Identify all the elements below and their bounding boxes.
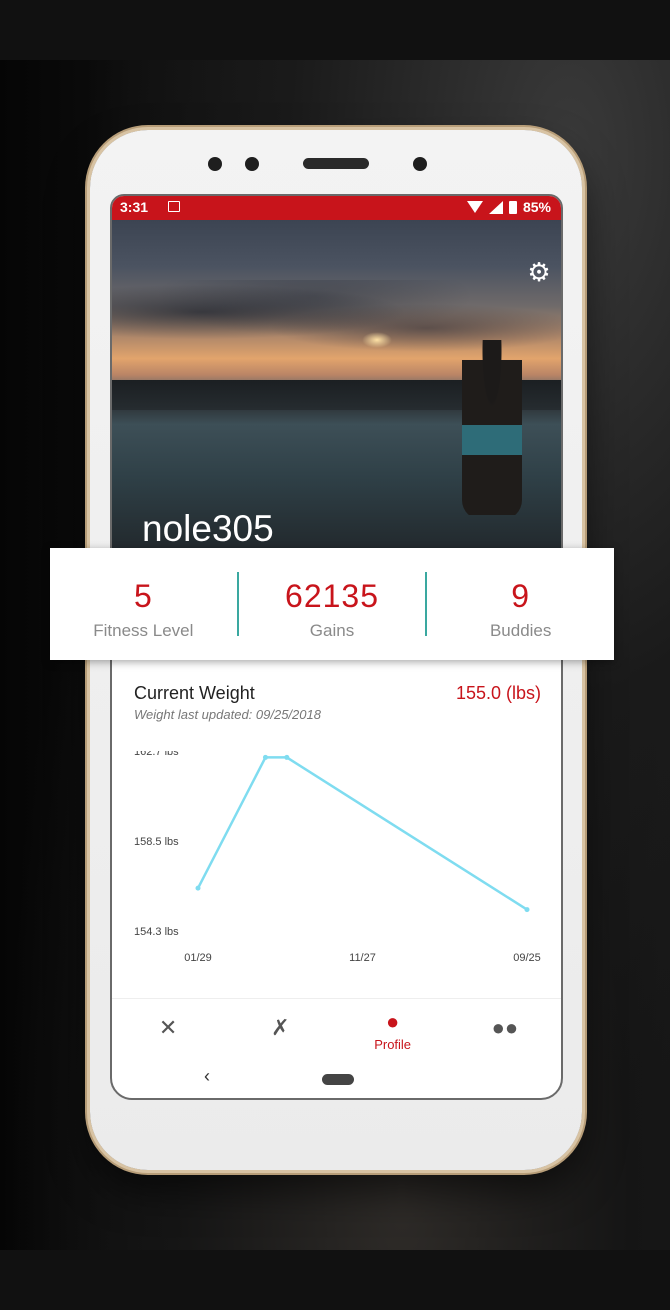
weight-data-point	[284, 754, 290, 760]
x-tick-label: 09/25	[513, 952, 541, 964]
weight-last-updated: Weight last updated: 09/25/2018	[134, 707, 321, 722]
current-weight-card: Current Weight 155.0 (lbs) Weight last u…	[112, 661, 561, 991]
status-bar: 3:31 85%	[112, 196, 561, 220]
nav-profile[interactable]: ● Profile	[337, 999, 449, 1061]
stat-label: Gains	[309, 621, 355, 640]
current-weight-value: 155.0 (lbs)	[455, 683, 541, 703]
stat-value: 9	[511, 578, 531, 614]
weight-data-point	[195, 885, 201, 891]
weight-data-point	[262, 754, 268, 760]
weight-series-line	[196, 756, 528, 911]
nav-profile-label: Profile	[374, 1037, 412, 1052]
stat-label: Buddies	[489, 621, 552, 640]
profile-cover-photo: ⚙ nole305	[112, 220, 561, 550]
nav-workouts[interactable]: ✕	[112, 999, 224, 1061]
back-icon[interactable]: ‹	[204, 1066, 210, 1087]
nav-nutrition[interactable]: ✗	[224, 999, 336, 1061]
wifi-icon	[466, 201, 483, 213]
sensor-icon	[245, 157, 259, 171]
stat-value: 5	[133, 578, 153, 614]
gear-icon[interactable]: ⚙	[527, 259, 551, 285]
stat-label: Fitness Level	[93, 621, 194, 640]
x-tick-label: 11/27	[349, 952, 376, 964]
y-tick-label: 162.7 lbs	[134, 751, 179, 758]
y-tick-label: 154.3 lbs	[134, 926, 179, 938]
y-tick-label: 158.5 lbs	[134, 836, 179, 848]
stat-fitness-level[interactable]: 5 Fitness Level	[50, 548, 237, 660]
utensils-icon: ✗	[271, 1015, 290, 1040]
stat-value: 62135	[285, 578, 379, 614]
background-bottom	[0, 1250, 670, 1310]
background-top	[0, 0, 670, 60]
stat-buddies[interactable]: 9 Buddies	[427, 548, 614, 660]
status-time: 3:31	[120, 199, 149, 215]
current-weight-title: Current Weight	[134, 683, 255, 703]
home-button[interactable]	[322, 1074, 354, 1085]
camera-icon	[208, 157, 222, 171]
stat-gains[interactable]: 62135 Gains	[239, 548, 426, 660]
weight-data-point	[524, 907, 530, 913]
image-notification-icon	[168, 201, 180, 212]
username: nole305	[142, 508, 274, 549]
person-icon: ●	[385, 1009, 400, 1034]
group-icon: ●●	[491, 1015, 519, 1040]
speaker-grille	[303, 158, 369, 169]
battery-level: 85%	[522, 199, 551, 215]
person-silhouette	[462, 340, 522, 520]
battery-icon	[508, 200, 517, 214]
weight-line-chart: 162.7 lbs 158.5 lbs 154.3 lbs 01/29 11/27 09/…	[134, 751, 541, 964]
dumbbell-icon: ✕	[158, 1015, 178, 1040]
x-tick-label: 01/29	[184, 952, 212, 964]
front-camera-icon	[413, 157, 427, 171]
stats-bar: 5 Fitness Level 62135 Gains 9 Buddies	[50, 548, 614, 660]
system-navigation-bar: ‹	[112, 1064, 561, 1098]
nav-buddies[interactable]: ●●	[449, 999, 561, 1061]
signal-icon	[488, 200, 503, 214]
bottom-navigation: ✕ ✗ ● Profile ●●	[112, 998, 561, 1061]
